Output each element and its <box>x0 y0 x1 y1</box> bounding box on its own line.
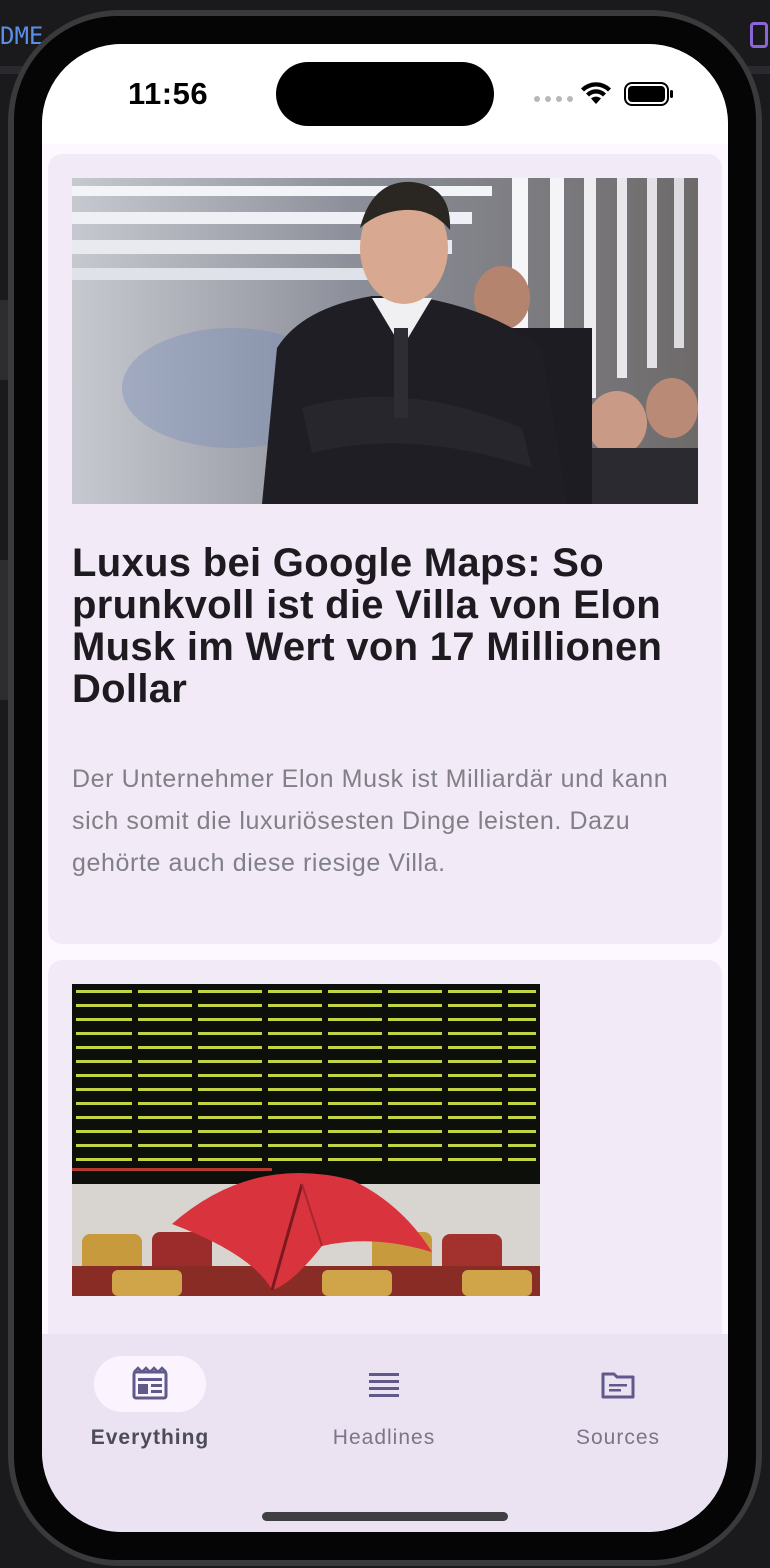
article-description: Der Unternehmer Elon Musk ist Milliardär… <box>72 765 669 877</box>
article-image <box>72 984 540 1296</box>
article-card[interactable]: Luxus bei Google Maps: So prunkvoll ist … <box>48 154 722 944</box>
news-feed[interactable]: Luxus bei Google Maps: So prunkvoll ist … <box>42 144 728 1344</box>
dynamic-island <box>276 62 494 126</box>
newspaper-icon <box>132 1366 168 1400</box>
folder-icon <box>601 1372 635 1399</box>
background-icon <box>750 22 768 48</box>
cellular-signal-icon <box>534 96 573 102</box>
nav-item-sources[interactable]: Sources <box>518 1356 718 1456</box>
app-screen: 11:56 Luxus bei Google Maps: So prunkvol… <box>42 44 728 1532</box>
status-time: 11:56 <box>128 76 209 111</box>
nav-label-everything: Everything <box>90 1426 210 1449</box>
article-title[interactable]: Luxus bei Google Maps: So prunkvoll ist … <box>72 542 702 710</box>
article-card[interactable] <box>48 960 722 1344</box>
status-bar: 11:56 <box>42 44 728 144</box>
home-indicator[interactable] <box>262 1512 508 1521</box>
nav-label-sources: Sources <box>575 1426 661 1449</box>
article-image <box>72 178 698 504</box>
battery-icon <box>624 82 673 106</box>
wifi-icon <box>581 82 611 104</box>
bottom-navigation-bar: Everything Headlines Sources <box>42 1334 728 1532</box>
nav-item-everything[interactable]: Everything <box>50 1356 250 1456</box>
nav-label-headlines: Headlines <box>332 1426 436 1449</box>
list-icon <box>369 1373 399 1397</box>
nav-item-headlines[interactable]: Headlines <box>284 1356 484 1456</box>
